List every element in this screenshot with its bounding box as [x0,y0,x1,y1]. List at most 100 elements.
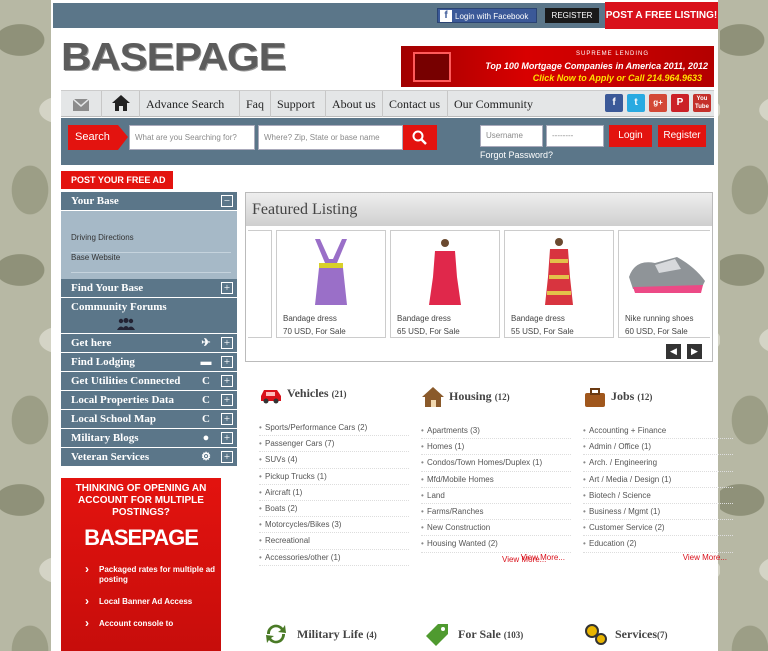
nav-contact-us[interactable]: Contact us [382,91,446,117]
listing-card-partial[interactable] [248,230,272,338]
category-header[interactable]: Housing (12) [421,383,571,413]
list-item[interactable]: Accessories/other (1) [259,550,409,566]
list-item[interactable]: Customer Service (2) [583,520,733,537]
sidebar-item-properties[interactable]: Local Properties Data C + [61,391,237,410]
category-services[interactable]: Services(7) [583,620,667,648]
list-item[interactable]: Biotech / Science [583,488,733,504]
listing-card[interactable]: Nike running shoes 60 USD, For Sale [618,230,710,338]
expand-icon[interactable]: + [221,394,233,406]
expand-icon[interactable]: + [221,413,233,425]
nav-faq[interactable]: Faq [239,91,270,117]
category-header[interactable]: Jobs (12) [583,383,733,413]
list-item[interactable]: Homes (1) [421,439,571,456]
listing-name: Nike running shoes [625,314,694,323]
list-item[interactable]: Boats (2) [259,501,409,518]
expand-icon[interactable]: + [221,375,233,387]
list-item[interactable]: Accounting + Finance [583,423,733,440]
collapse-icon[interactable]: − [221,195,233,207]
category-vehicles: Vehicles (21) Sports/Performance Cars (2… [259,380,409,566]
list-item[interactable]: Passenger Cars (7) [259,436,409,453]
list-item[interactable]: SUVs (4) [259,452,409,469]
list-item[interactable]: Aircraft (1) [259,485,409,501]
sidebar-item-utilities[interactable]: Get Utilities Connected C + [61,372,237,391]
site-logo[interactable]: BASEPAGE [61,35,287,79]
list-item[interactable]: Business / Mgmt (1) [583,504,733,521]
register-button[interactable]: Register [658,125,706,147]
expand-icon[interactable]: + [221,356,233,368]
view-more-link[interactable]: View More... [421,553,571,562]
list-item[interactable]: Recreational [259,533,409,550]
prev-arrow-button[interactable]: ◀ [666,344,681,359]
list-item[interactable]: Art / Media / Design (1) [583,472,733,488]
sidebar-item-veteran-services[interactable]: Veteran Services ⚙ + [61,448,237,467]
category-military-life[interactable]: Military Life (4) [263,620,377,648]
sidebar-item-find-lodging[interactable]: Find Lodging ▬ + [61,353,237,372]
expand-icon[interactable]: + [221,432,233,444]
username-input[interactable]: Username [480,125,543,147]
sidebar-item-school-map[interactable]: Local School Map C + [61,410,237,429]
list-item[interactable]: Sports/Performance Cars (2) [259,420,409,437]
where-search-input[interactable]: Where? Zip, State or base name [258,125,403,150]
list-item[interactable]: Mfd/Mobile Homes [421,472,571,488]
multi-posting-ad[interactable]: THINKING OF OPENING AN ACCOUNT FOR MULTI… [61,478,221,651]
login-button[interactable]: Login [609,125,652,147]
view-more-link[interactable]: View More... [583,553,733,562]
nav-mail[interactable] [61,91,101,117]
expand-icon[interactable]: + [221,451,233,463]
ad-point: Account console to [85,618,221,629]
base-website-link[interactable]: Base Website [71,253,231,273]
register-top-button[interactable]: REGISTER [545,8,599,23]
sidebar-item-get-here[interactable]: Get here ✈ + [61,334,237,353]
post-free-ad-button[interactable]: POST YOUR FREE AD [61,171,173,189]
facebook-social-icon[interactable]: f [605,94,623,112]
facebook-icon: f [440,10,452,22]
list-item[interactable]: Apartments (3) [421,423,571,440]
list-item[interactable]: Motorcycles/Bikes (3) [259,517,409,534]
sidebar-community-forums[interactable]: Community Forums [61,298,237,334]
list-item[interactable]: Housing Wanted (2) [421,536,571,553]
forgot-password-link[interactable]: Forgot Password? [480,150,553,160]
sidebar-find-your-base[interactable]: Find Your Base + [61,279,237,298]
what-search-input[interactable]: What are you Searching for? [129,125,255,150]
briefcase-icon [585,388,605,407]
listing-card[interactable]: Bandage dress 65 USD, For Sale [390,230,500,338]
category-header[interactable]: Vehicles (21) [259,380,409,410]
listing-card[interactable]: Bandage dress 55 USD, For Sale [504,230,614,338]
listing-name: Bandage dress [283,314,337,323]
mortgage-ad-banner[interactable]: SUPREME LENDING Top 100 Mortgage Compani… [401,46,714,87]
gears-icon [585,624,607,645]
next-arrow-button[interactable]: ▶ [687,344,702,359]
password-input[interactable]: -------- [546,125,604,147]
list-item[interactable]: New Construction [421,520,571,537]
bed-icon: ▬ [200,356,212,368]
ad-logo: BASEPAGE [84,525,199,550]
listing-card[interactable]: Bandage dress 70 USD, For Sale [276,230,386,338]
facebook-login-button[interactable]: f Login with Facebook [437,8,537,23]
google-plus-social-icon[interactable]: g+ [649,94,667,112]
twitter-social-icon[interactable]: t [627,94,645,112]
post-free-listing-button[interactable]: POST A FREE LISTING! [605,2,718,29]
category-for-sale[interactable]: For Sale (103) [424,620,523,648]
nav-support[interactable]: Support [270,91,321,117]
youtube-social-icon[interactable]: You Tube [693,94,711,112]
sidebar-your-base[interactable]: Your Base − [61,192,237,211]
driving-directions-link[interactable]: Driving Directions [71,233,231,253]
list-item[interactable]: Education (2) [583,536,733,553]
sidebar-item-military-blogs[interactable]: Military Blogs ● + [61,429,237,448]
nav-home[interactable] [101,91,139,117]
expand-icon[interactable]: + [221,282,233,294]
list-item[interactable]: Pickup Trucks (1) [259,469,409,485]
expand-icon[interactable]: + [221,337,233,349]
search-submit-button[interactable] [403,125,437,150]
view-more-link[interactable]: View More... [502,555,546,564]
list-item[interactable]: Land [421,488,571,504]
list-item[interactable]: Admin / Office (1) [583,439,733,456]
list-item[interactable]: Arch. / Engineering [583,455,733,472]
nav-about-us[interactable]: About us [325,91,382,117]
list-item[interactable]: Farms/Ranches [421,504,571,521]
nav-advance-search[interactable]: Advance Search [139,91,230,117]
pinterest-social-icon[interactable]: P [671,94,689,112]
list-item[interactable]: Condos/Town Homes/Duplex (1) [421,455,571,472]
category-title: Vehicles [287,386,329,400]
nav-our-community[interactable]: Our Community [447,91,539,117]
